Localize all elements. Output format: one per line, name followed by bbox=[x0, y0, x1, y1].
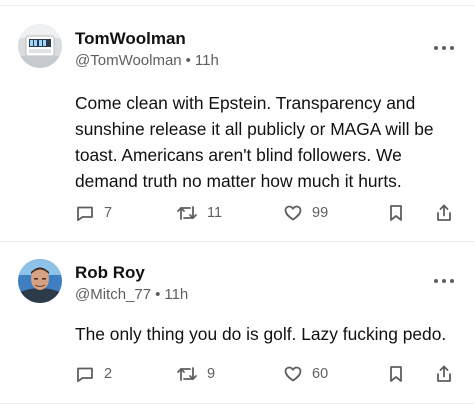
heart-icon bbox=[284, 205, 302, 221]
share-upload-icon bbox=[437, 204, 451, 221]
post-time[interactable]: 11h bbox=[164, 286, 188, 303]
bookmark-button[interactable] bbox=[386, 362, 406, 386]
share-upload-icon bbox=[437, 365, 451, 382]
repost-arrows-icon bbox=[177, 367, 197, 381]
repost-button[interactable]: 11 bbox=[176, 201, 222, 225]
bookmark-icon bbox=[390, 205, 402, 221]
repost-button[interactable]: 9 bbox=[176, 362, 215, 386]
like-count: 60 bbox=[312, 366, 329, 382]
post[interactable]: Rob Roy @Mitch_77 • 11h The only thing you… bbox=[0, 242, 474, 403]
heart-icon bbox=[284, 366, 302, 382]
repost-count: 9 bbox=[207, 366, 216, 382]
speech-bubble-icon bbox=[77, 206, 93, 222]
author-handle[interactable]: @Mitch_77 bbox=[75, 286, 151, 303]
post-text: The only thing you do is golf. Lazy fuck… bbox=[75, 324, 447, 344]
repost-arrows-icon bbox=[177, 206, 197, 220]
bookmark-icon bbox=[390, 366, 402, 382]
reply-count: 2 bbox=[104, 366, 113, 382]
avatar[interactable] bbox=[18, 24, 62, 68]
author-name[interactable]: Rob Roy bbox=[75, 263, 145, 283]
repost-count: 11 bbox=[207, 205, 223, 221]
like-count: 99 bbox=[312, 205, 329, 221]
post-actions: 2 9 60 bbox=[75, 362, 460, 386]
post-actions: 7 11 99 bbox=[75, 201, 460, 225]
like-button[interactable]: 99 bbox=[283, 201, 328, 225]
meta-separator: • bbox=[185, 52, 191, 69]
author-handle[interactable]: @TomWoolman bbox=[75, 52, 182, 69]
bookmark-button[interactable] bbox=[386, 201, 406, 225]
reply-button[interactable]: 2 bbox=[75, 362, 112, 386]
post-meta: @Mitch_77 • 11h bbox=[75, 286, 188, 303]
post-meta: @TomWoolman • 11h bbox=[75, 52, 219, 69]
post[interactable]: TomWoolman @TomWoolman • 11h Come clean wi… bbox=[0, 6, 474, 241]
post-time[interactable]: 11h bbox=[195, 52, 219, 69]
speech-bubble-icon bbox=[77, 367, 93, 383]
reply-count: 7 bbox=[104, 205, 113, 221]
avatar[interactable] bbox=[18, 259, 62, 303]
post-text: Come clean with Epstein. Transparency an… bbox=[75, 93, 434, 191]
more-dots-icon[interactable] bbox=[434, 278, 454, 284]
like-button[interactable]: 60 bbox=[283, 362, 328, 386]
author-name[interactable]: TomWoolman bbox=[75, 29, 186, 49]
reply-button[interactable]: 7 bbox=[75, 201, 112, 225]
more-dots-icon[interactable] bbox=[434, 45, 454, 51]
share-button[interactable] bbox=[434, 362, 454, 386]
meta-separator: • bbox=[155, 286, 161, 303]
share-button[interactable] bbox=[434, 201, 454, 225]
